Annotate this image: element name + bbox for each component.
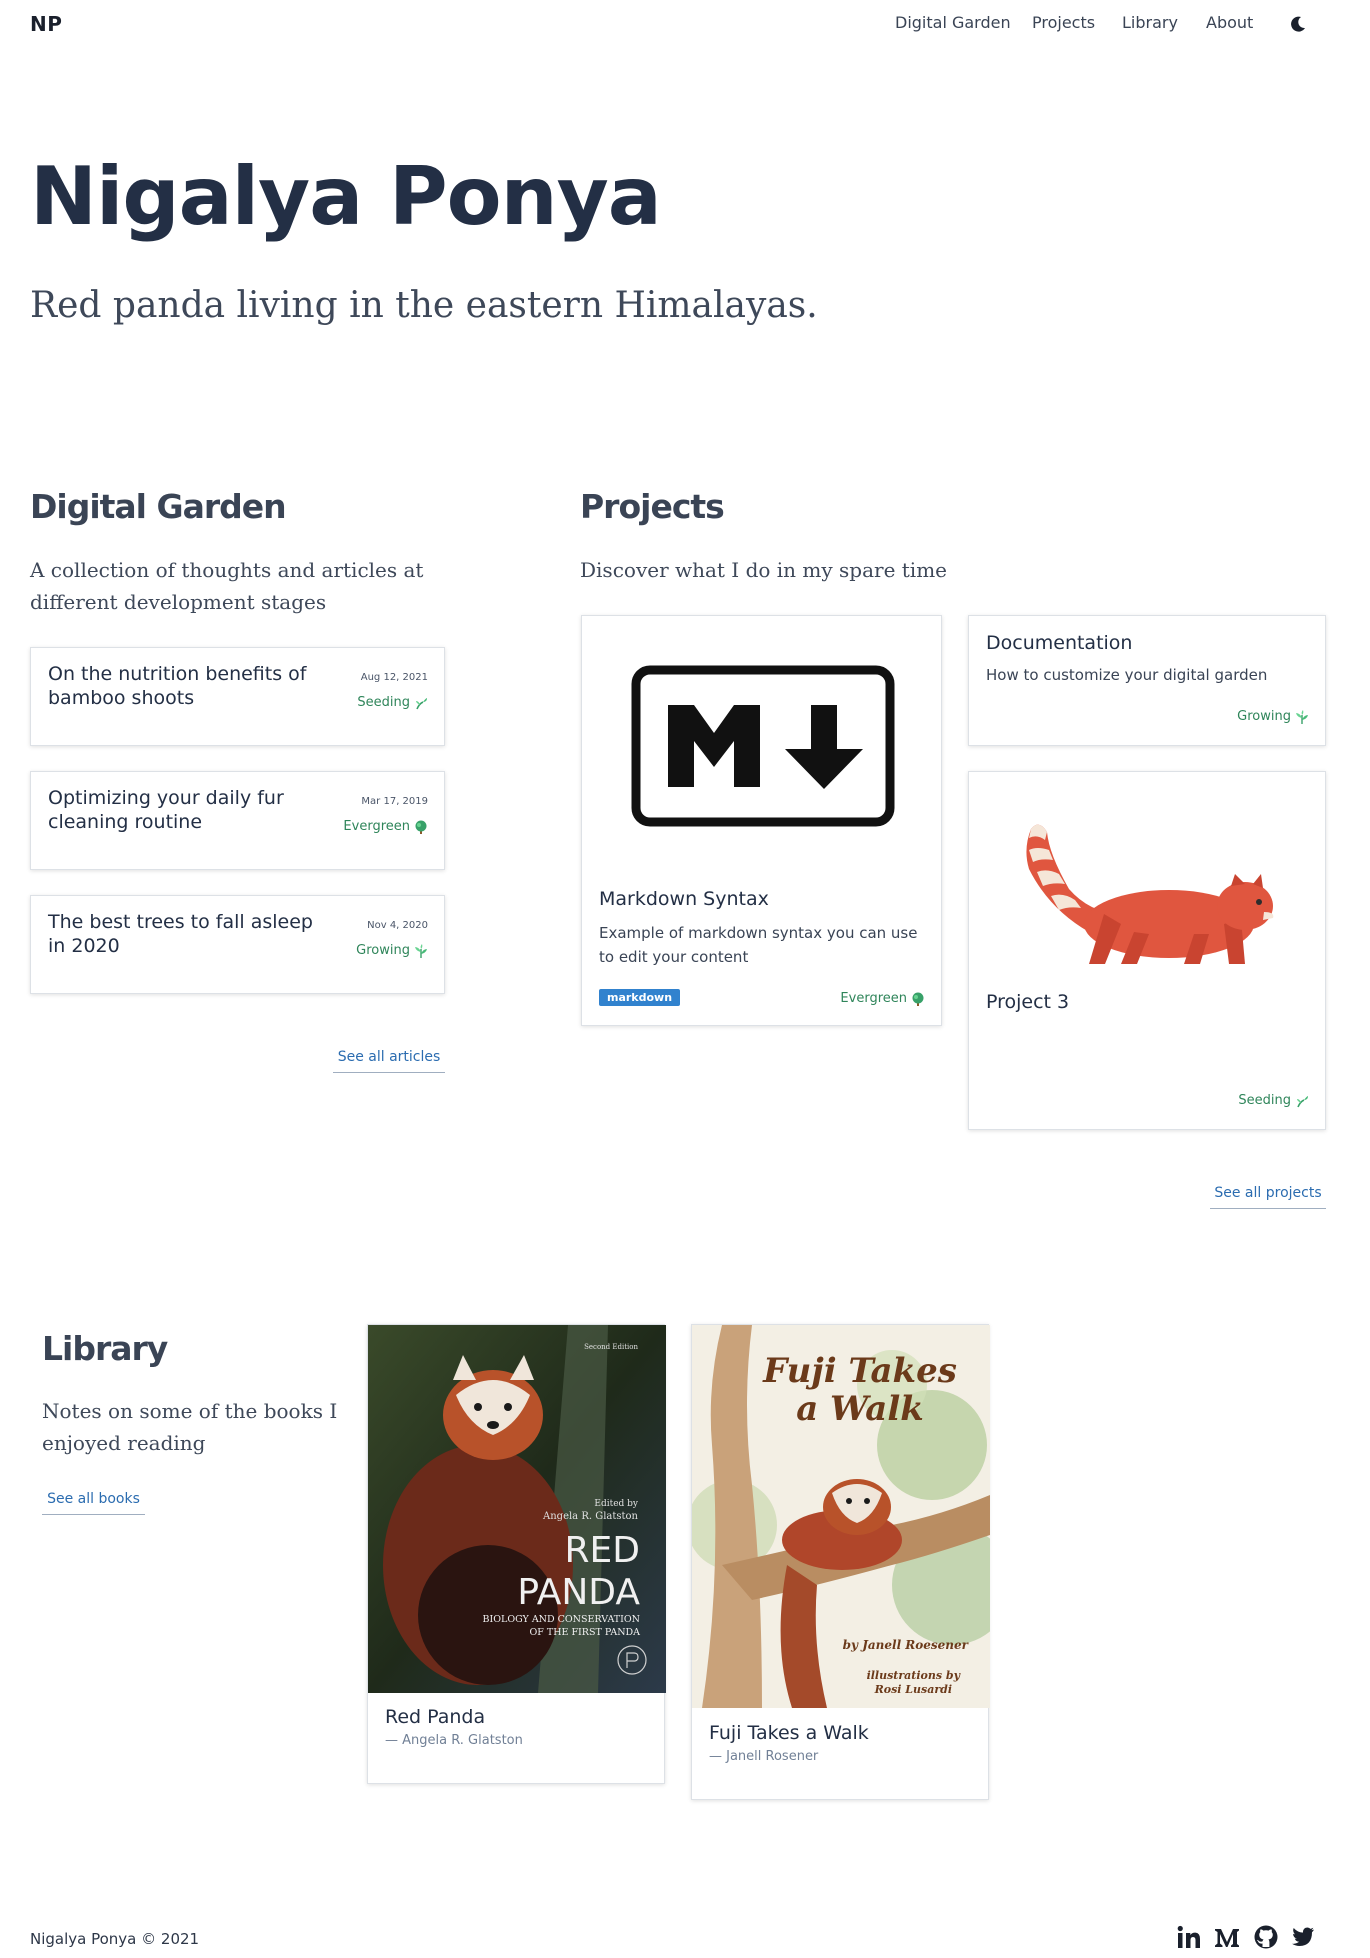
seedling-icon <box>1297 1095 1308 1107</box>
tree-icon <box>912 992 924 1006</box>
note-date: Aug 12, 2021 <box>360 672 428 683</box>
project-title: Project 3 <box>986 991 1070 1013</box>
stage-badge: Seeding <box>357 695 428 710</box>
nav-library[interactable]: Library <box>1122 12 1178 34</box>
stage-badge: Evergreen <box>343 819 428 834</box>
see-all-projects-link[interactable]: See all projects <box>1210 1185 1326 1209</box>
stage-label: Growing <box>356 943 410 958</box>
cover-illustrator: Rosi Lusardi <box>874 1683 952 1696</box>
cover-title-line-2: a Walk <box>796 1389 924 1429</box>
project-card[interactable]: Documentation How to customize your digi… <box>968 615 1326 746</box>
note-date: Nov 4, 2020 <box>367 920 428 931</box>
main-nav: Digital Garden Projects Library About <box>0 12 1370 42</box>
book-card[interactable]: Fuji Takes a Walk by Janell Roesener ill… <box>691 1324 990 1800</box>
red-panda-illustration <box>1026 824 1274 964</box>
garden-description: A collection of thoughts and articles at… <box>30 558 424 614</box>
seedling-icon <box>416 697 427 709</box>
book-author: — Janell Rosener <box>709 1749 819 1764</box>
book-card[interactable]: Second Edition Edited by Angela R. Glats… <box>367 1324 666 1784</box>
note-card[interactable]: Optimizing your daily fur cleaning routi… <box>30 771 445 870</box>
project-title: Markdown Syntax <box>599 888 769 910</box>
cover-subtitle-line-2: OF THE FIRST PANDA <box>529 1627 640 1638</box>
cover-illustrations-by: illustrations by <box>867 1669 962 1682</box>
page-subtitle: Red panda living in the eastern Himalaya… <box>30 285 818 326</box>
book-cover-red-panda: Second Edition Edited by Angela R. Glats… <box>368 1325 666 1693</box>
stage-label: Evergreen <box>343 819 410 834</box>
note-title: Optimizing your daily fur cleaning routi… <box>48 787 284 833</box>
book-title: Red Panda <box>385 1706 486 1728</box>
nav-about[interactable]: About <box>1206 12 1253 34</box>
cover-title-line-1: Fuji Takes <box>762 1351 957 1391</box>
note-card[interactable]: On the nutrition benefits of bamboo shoo… <box>30 647 445 746</box>
github-icon[interactable] <box>1253 1924 1279 1950</box>
stage-label: Evergreen <box>840 991 907 1006</box>
cover-edition: Second Edition <box>584 1343 638 1351</box>
cover-title-line-2: PANDA <box>517 1572 640 1613</box>
cover-title-line-1: RED <box>565 1530 640 1571</box>
projects-heading: Projects <box>580 487 725 526</box>
stage-badge: Growing <box>1237 709 1309 724</box>
cover-edited-by: Edited by <box>594 1499 639 1509</box>
stage-badge: Evergreen <box>840 991 925 1006</box>
moon-icon[interactable] <box>1288 14 1308 34</box>
project-card[interactable]: Markdown Syntax Example of markdown synt… <box>581 615 942 1026</box>
stage-label: Seeding <box>357 695 410 710</box>
tree-icon <box>415 820 427 834</box>
nav-digital-garden[interactable]: Digital Garden <box>895 12 1011 34</box>
linkedin-icon[interactable] <box>1176 1924 1202 1950</box>
projects-description: Discover what I do in my spare time <box>580 558 948 582</box>
stage-label: Growing <box>1237 709 1291 724</box>
garden-heading: Digital Garden <box>30 487 287 526</box>
note-title: On the nutrition benefits of bamboo shoo… <box>48 663 307 709</box>
library-heading: Library <box>42 1329 168 1368</box>
cover-author: Angela R. Glatston <box>542 1511 639 1522</box>
twitter-icon[interactable] <box>1290 1924 1316 1950</box>
book-title: Fuji Takes a Walk <box>709 1722 869 1744</box>
book-cover-fuji: Fuji Takes a Walk by Janell Roesener ill… <box>692 1325 990 1708</box>
note-title: The best trees to fall asleep in 2020 <box>48 911 313 957</box>
herb-icon <box>1296 709 1308 724</box>
library-description: Notes on some of the books I enjoyed rea… <box>42 1399 338 1455</box>
tag-badge[interactable]: markdown <box>599 989 681 1006</box>
project-description: How to customize your digital garden <box>986 666 1268 684</box>
note-date: Mar 17, 2019 <box>361 796 428 807</box>
nav-projects[interactable]: Projects <box>1032 12 1095 34</box>
note-card[interactable]: The best trees to fall asleep in 2020 No… <box>30 895 445 994</box>
project-title: Documentation <box>986 632 1133 654</box>
stage-badge: Seeding <box>1238 1093 1309 1108</box>
see-all-books-link[interactable]: See all books <box>42 1491 145 1515</box>
herb-icon <box>415 943 427 958</box>
stage-badge: Growing <box>356 943 428 958</box>
cover-by-author: by Janell Roesener <box>843 1638 970 1652</box>
cover-subtitle-line-1: BIOLOGY AND CONSERVATION <box>482 1614 640 1625</box>
project-card[interactable]: Project 3 Seeding <box>968 771 1326 1130</box>
stage-label: Seeding <box>1238 1093 1291 1108</box>
book-author: — Angela R. Glatston <box>385 1733 523 1748</box>
medium-icon[interactable] <box>1214 1924 1240 1950</box>
page-title: Nigalya Ponya <box>30 150 662 243</box>
see-all-articles-link[interactable]: See all articles <box>333 1049 445 1073</box>
footer-copyright: Nigalya Ponya © 2021 <box>30 1930 200 1948</box>
project-description: Example of markdown syntax you can use t… <box>599 924 918 966</box>
markdown-logo-icon <box>631 665 895 827</box>
